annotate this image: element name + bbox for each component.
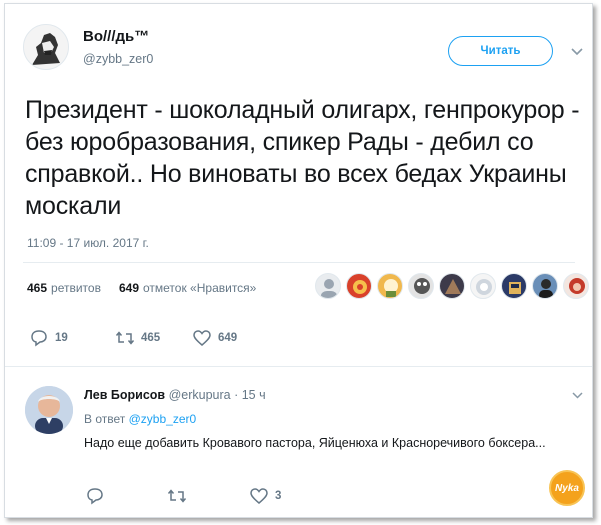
reply-avatar-image (25, 386, 73, 434)
tweet-card: Во///дь™ @zybb_zer0 Читать Президент - ш… (4, 3, 593, 518)
author-name[interactable]: Во///дь™ (83, 28, 149, 45)
retweets-count[interactable]: 465 (27, 281, 47, 295)
retweets-label[interactable]: ретвитов (51, 281, 101, 295)
reply-author-avatar[interactable] (25, 386, 73, 434)
heart-icon[interactable] (192, 329, 212, 347)
follow-button[interactable]: Читать (448, 36, 553, 66)
likes-count[interactable]: 649 (119, 281, 139, 295)
engagement-stats: 465 ретвитов 649 отметок «Нравится» (27, 281, 256, 295)
retweet-icon[interactable] (167, 487, 187, 505)
liker-avatar[interactable] (563, 273, 589, 299)
retweet-count: 465 (141, 332, 161, 344)
reply-author-name[interactable]: Лев Борисов (84, 388, 165, 402)
chevron-down-icon[interactable] (570, 46, 584, 58)
heart-icon[interactable] (249, 487, 269, 505)
tweet-timestamp[interactable]: 11:09 - 17 июл. 2017 г. (27, 236, 149, 250)
liker-avatar[interactable] (408, 273, 434, 299)
liker-avatar[interactable] (315, 273, 341, 299)
tweet-text: Президент - шоколадный олигарх, генпроку… (25, 96, 580, 220)
reply-like-count: 3 (275, 490, 282, 502)
retweet-action[interactable]: 465 (115, 329, 160, 347)
reply-like-action[interactable]: 3 (249, 487, 281, 505)
author-avatar-image (24, 25, 68, 69)
liker-avatar[interactable] (532, 273, 558, 299)
reply-count: 19 (55, 332, 68, 344)
reply-retweet-action[interactable] (167, 487, 187, 505)
in-reply-handle-link[interactable]: @zybb_zer0 (129, 412, 197, 426)
author-avatar[interactable] (23, 24, 69, 70)
divider (5, 366, 592, 367)
liker-avatar[interactable] (470, 273, 496, 299)
likers-avatars (315, 273, 592, 299)
retweet-icon[interactable] (115, 329, 135, 347)
reply-reply-action[interactable] (85, 487, 105, 505)
watermark-logo: Nyka (549, 470, 585, 506)
reply-header: Лев Борисов @erkupura · 15 ч (84, 388, 266, 402)
in-reply-prefix: В ответ (84, 412, 126, 426)
reply-author-handle[interactable]: @erkupura (169, 388, 231, 402)
liker-avatar[interactable] (377, 273, 403, 299)
like-action[interactable]: 649 (192, 329, 237, 347)
reply-icon[interactable] (85, 487, 105, 505)
author-handle[interactable]: @zybb_zer0 (83, 52, 153, 66)
divider (23, 262, 575, 263)
reply-text: Надо еще добавить Кровавого пастора, Яйц… (84, 436, 546, 450)
in-reply-to: В ответ @zybb_zer0 (84, 412, 196, 426)
liker-avatar[interactable] (501, 273, 527, 299)
reply-time[interactable]: · 15 ч (234, 388, 266, 402)
chevron-down-icon[interactable] (571, 390, 584, 401)
like-count: 649 (218, 332, 238, 344)
reply-action[interactable]: 19 (29, 329, 68, 347)
liker-avatar[interactable] (439, 273, 465, 299)
likes-label[interactable]: отметок «Нравится» (143, 281, 256, 295)
reply-icon[interactable] (29, 329, 49, 347)
liker-avatar[interactable] (346, 273, 372, 299)
watermark-text: Nyka (555, 482, 579, 494)
